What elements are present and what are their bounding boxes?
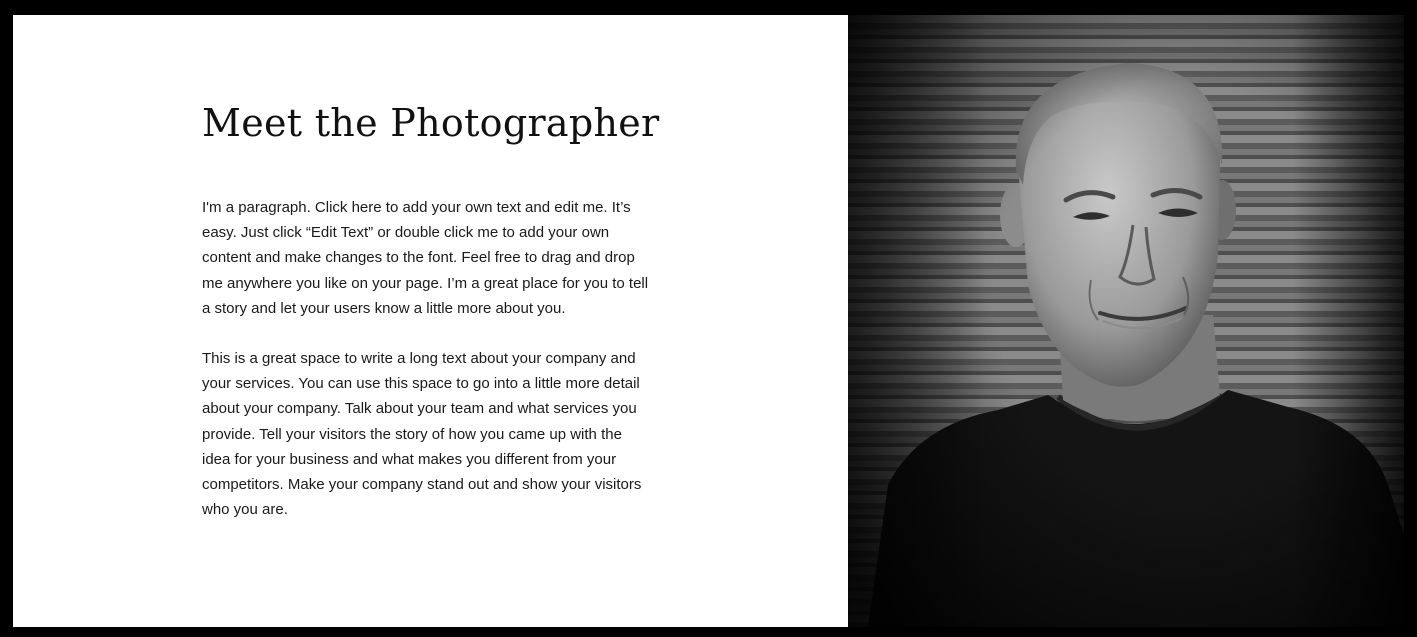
portrait-photo[interactable] xyxy=(848,15,1404,627)
section-title[interactable]: Meet the Photographer xyxy=(202,95,660,151)
paragraph-1[interactable]: I'm a paragraph. Click here to add your … xyxy=(202,195,654,321)
paragraph-block[interactable]: I'm a paragraph. Click here to add your … xyxy=(202,195,654,547)
text-panel: Meet the Photographer I'm a paragraph. C… xyxy=(13,15,848,627)
portrait-image xyxy=(848,15,1404,627)
paragraph-2[interactable]: This is a great space to write a long te… xyxy=(202,346,654,522)
about-section: Meet the Photographer I'm a paragraph. C… xyxy=(13,15,1404,627)
